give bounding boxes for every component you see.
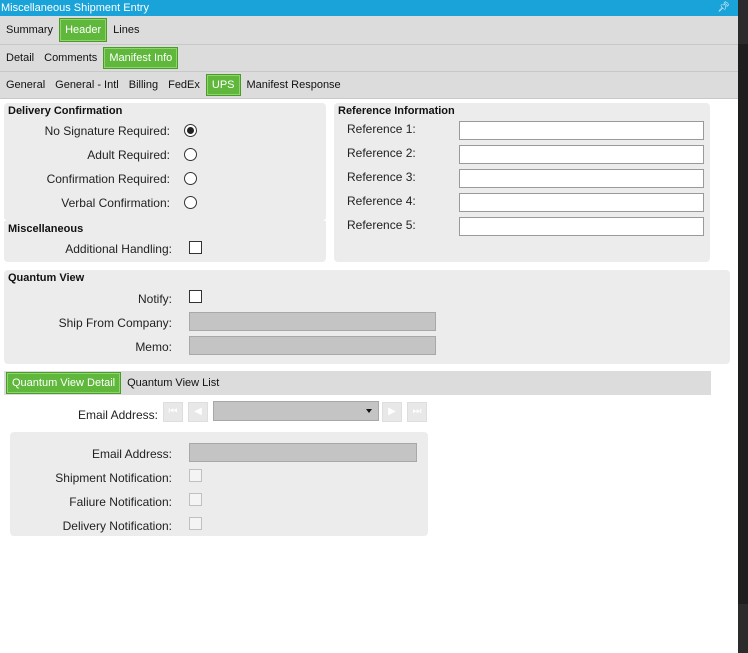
tab-fedex[interactable]: FedEx <box>164 74 204 96</box>
memo-label: Memo: <box>135 340 172 354</box>
ship-from-company-label: Ship From Company: <box>58 316 172 330</box>
next-record-icon[interactable]: ▶ <box>382 402 402 422</box>
email-address-select[interactable] <box>213 401 379 421</box>
tab-general-intl[interactable]: General - Intl <box>51 74 123 96</box>
tab-general[interactable]: General <box>2 74 49 96</box>
tab-ups[interactable]: UPS <box>205 74 241 96</box>
reference-3-label: Reference 3: <box>347 170 416 184</box>
verbal-confirmation-radio[interactable] <box>184 196 197 209</box>
tab-billing[interactable]: Billing <box>125 74 162 96</box>
reference-5-label: Reference 5: <box>347 218 416 232</box>
tab-manifest-response[interactable]: Manifest Response <box>243 74 345 96</box>
reference-1-input[interactable] <box>459 121 704 140</box>
memo-input[interactable] <box>189 336 436 355</box>
scrollbar-track[interactable] <box>738 44 748 604</box>
email-nav-label: Email Address: <box>77 408 158 422</box>
email-address-label: Email Address: <box>91 447 172 461</box>
tab-quantum-view-list[interactable]: Quantum View List <box>123 372 223 394</box>
tab-summary[interactable]: Summary <box>2 19 57 41</box>
reference-5-input[interactable] <box>459 217 704 236</box>
failure-notification-checkbox[interactable] <box>189 493 202 506</box>
verbal-confirmation-label: Verbal Confirmation: <box>61 196 170 210</box>
right-edge-scrollbar <box>738 0 748 653</box>
chevron-down-icon[interactable] <box>366 409 372 413</box>
window-title: Miscellaneous Shipment Entry <box>1 2 149 14</box>
reference-3-input[interactable] <box>459 169 704 188</box>
confirmation-required-radio[interactable] <box>184 172 197 185</box>
reference-information-title: Reference Information <box>338 105 455 117</box>
failure-notification-label: Faliure Notification: <box>69 495 172 509</box>
tab-lines[interactable]: Lines <box>109 19 143 41</box>
window-titlebar: Miscellaneous Shipment Entry 📌︎ <box>0 0 738 16</box>
notify-checkbox[interactable] <box>189 290 202 303</box>
reference-4-label: Reference 4: <box>347 194 416 208</box>
reference-2-input[interactable] <box>459 145 704 164</box>
reference-2-label: Reference 2: <box>347 146 416 160</box>
additional-handling-checkbox[interactable] <box>189 241 202 254</box>
miscellaneous-title: Miscellaneous <box>8 223 84 235</box>
shipment-notification-checkbox[interactable] <box>189 469 202 482</box>
header-tab-strip: Summary Header Lines <box>0 16 738 45</box>
pin-icon[interactable]: 📌︎ <box>717 0 730 16</box>
delivery-notification-label: Delivery Notification: <box>62 519 172 533</box>
delivery-notification-checkbox[interactable] <box>189 517 202 530</box>
adult-required-label: Adult Required: <box>87 148 170 162</box>
no-signature-radio[interactable] <box>184 124 197 137</box>
last-record-icon[interactable]: ⏭ <box>407 402 427 422</box>
tab-detail[interactable]: Detail <box>2 47 38 69</box>
tab-comments[interactable]: Comments <box>40 47 101 69</box>
carrier-tab-strip: General General - Intl Billing FedEx UPS… <box>0 72 738 99</box>
confirmation-required-label: Confirmation Required: <box>46 172 170 186</box>
email-address-input[interactable] <box>189 443 417 462</box>
quantum-view-title: Quantum View <box>8 272 85 284</box>
reference-1-label: Reference 1: <box>347 122 416 136</box>
adult-required-radio[interactable] <box>184 148 197 161</box>
shipment-entry-window: Miscellaneous Shipment Entry 📌︎ Summary … <box>0 0 738 653</box>
detail-tab-strip: Detail Comments Manifest Info <box>0 45 738 72</box>
tab-quantum-view-detail[interactable]: Quantum View Detail <box>6 372 122 394</box>
tab-header[interactable]: Header <box>59 18 108 42</box>
shipment-notification-label: Shipment Notification: <box>55 471 172 485</box>
quantum-view-tab-strip: Quantum View Detail Quantum View List <box>4 371 711 395</box>
tab-manifest-info[interactable]: Manifest Info <box>103 47 179 69</box>
first-record-icon[interactable]: ⏮ <box>163 402 183 422</box>
notify-label: Notify: <box>137 292 172 306</box>
delivery-confirmation-title: Delivery Confirmation <box>8 105 123 117</box>
no-signature-label: No Signature Required: <box>44 124 170 138</box>
ship-from-company-input[interactable] <box>189 312 436 331</box>
reference-4-input[interactable] <box>459 193 704 212</box>
previous-record-icon[interactable]: ◀ <box>188 402 208 422</box>
additional-handling-label: Additional Handling: <box>65 242 172 256</box>
